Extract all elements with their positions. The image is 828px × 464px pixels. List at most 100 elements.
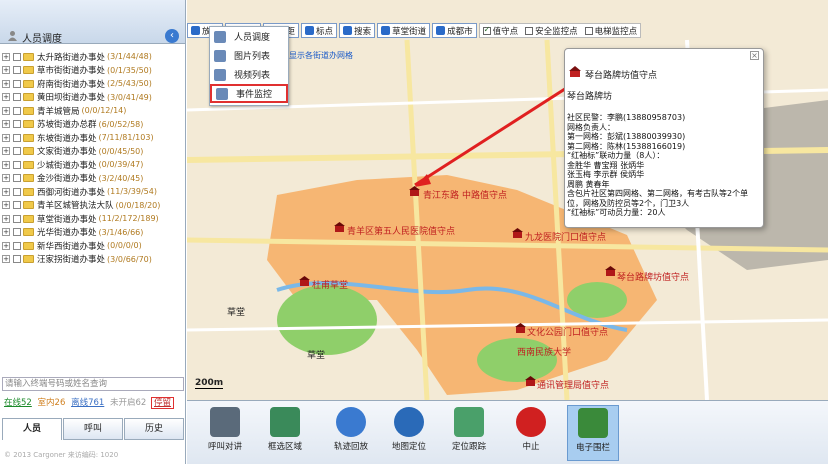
street-select[interactable]: 草堂街道 [377, 23, 431, 38]
expand-icon[interactable]: + [2, 214, 10, 223]
tree-item-count: (7/11/81/103) [98, 133, 154, 143]
expand-icon[interactable]: + [2, 147, 10, 156]
tab-personnel[interactable]: 人员 [2, 418, 62, 440]
folder-icon [23, 255, 34, 264]
tree-checkbox[interactable] [13, 214, 21, 223]
tree-checkbox[interactable] [13, 133, 21, 142]
tree-item[interactable]: + 光华街道办事处 (3/1/46/66) [0, 226, 186, 240]
tree-item-label: 文家街道办事处 [37, 147, 97, 158]
expand-icon[interactable]: + [2, 187, 10, 196]
tree-checkbox[interactable] [13, 241, 21, 250]
indoor-count[interactable]: 室内26 [38, 398, 66, 408]
tree-item[interactable]: + 苏坡街道办总群 (6/0/52/58) [0, 118, 186, 132]
tree-item[interactable]: + 草市街街道办事处 (0/1/35/50) [0, 64, 186, 78]
tree-item-label: 汪家拐街道办事处 [37, 255, 106, 266]
tree-item-label: 金沙街道办事处 [37, 174, 97, 185]
tree-item-label: 黄田坝街道办事处 [37, 93, 106, 104]
tree-item[interactable]: + 青羊区城管执法大队 (0/0/18/20) [0, 199, 186, 213]
map-canvas[interactable]: 放大 缩小 测距 标点 搜索 草堂街道 成都市 值守点 安全监控点 电梯监控点 … [187, 0, 828, 400]
offline-count-link[interactable]: 离线761 [71, 398, 104, 408]
tree-checkbox[interactable] [13, 79, 21, 88]
tree-checkbox[interactable] [13, 255, 21, 264]
tree-checkbox[interactable] [13, 187, 21, 196]
expand-icon[interactable]: + [2, 120, 10, 129]
tab-history[interactable]: 历史 [124, 418, 184, 440]
tree-checkbox[interactable] [13, 106, 21, 115]
popup-title: 琴台路牌坊值守点 [585, 71, 658, 81]
org-tree: + 太升路街道办事处 (3/1/44/48) + 草市街街道办事处 (0/1/35/50)… [0, 50, 186, 266]
tree-item[interactable]: + 东坡街道办事处 (7/11/81/103) [0, 131, 186, 145]
online-count-link[interactable]: 在线52 [4, 398, 32, 408]
menu-item-pictures[interactable]: 图片列表 [210, 46, 288, 65]
duty-point-marker[interactable] [334, 222, 345, 232]
tree-item-count: (3/2/40/45) [98, 173, 144, 183]
menu-item-events[interactable]: 事件监控 [210, 84, 288, 103]
tree-checkbox[interactable] [13, 66, 21, 75]
panel-tabs: 人员 呼叫 历史 [2, 418, 184, 440]
stop-button[interactable]: 中止 [505, 405, 557, 461]
box-select-button[interactable]: 框选区域 [259, 405, 311, 461]
map-locate-button[interactable]: 地图定位 [383, 405, 435, 461]
search-button[interactable]: 搜索 [339, 23, 376, 38]
tree-item[interactable]: + 西御河街道办事处 (11/3/39/54) [0, 185, 186, 199]
expand-icon[interactable]: + [2, 52, 10, 61]
tree-item[interactable]: + 太升路街道办事处 (3/1/44/48) [0, 50, 186, 64]
expand-icon[interactable]: + [2, 201, 10, 210]
tree-item[interactable]: + 汪家拐街道办事处 (3/0/66/70) [0, 253, 186, 267]
tree-item[interactable]: + 文家街道办事处 (0/0/45/50) [0, 145, 186, 159]
duty-point-marker[interactable] [299, 276, 310, 286]
show-grid-link[interactable]: 显示各街道办网格 [289, 50, 353, 61]
duty-point-marker[interactable] [515, 323, 526, 333]
city-select[interactable]: 成都市 [432, 23, 477, 38]
track-playback-button[interactable]: 轨迹回放 [325, 405, 377, 461]
elevator-point-checkbox[interactable] [584, 26, 593, 35]
duty-point-marker[interactable] [525, 376, 536, 386]
tree-item[interactable]: + 黄田坝街道办事处 (3/0/41/49) [0, 91, 186, 105]
tree-checkbox[interactable] [13, 120, 21, 129]
track-follow-button[interactable]: 定位跟踪 [443, 405, 495, 461]
tree-item[interactable]: + 府南街街道办事处 (2/5/43/50) [0, 77, 186, 91]
duty-point-marker[interactable] [409, 186, 420, 196]
stay-link[interactable]: 停留 [151, 397, 175, 409]
tree-checkbox[interactable] [13, 93, 21, 102]
tree-checkbox[interactable] [13, 201, 21, 210]
tree-checkbox[interactable] [13, 160, 21, 169]
tree-item[interactable]: + 金沙街道办事处 (3/2/40/45) [0, 172, 186, 186]
expand-icon[interactable]: + [2, 93, 10, 102]
not-on-count[interactable]: 未开启62 [110, 398, 146, 408]
menu-item-personnel[interactable]: 人员调度 [210, 27, 288, 46]
tree-item[interactable]: + 青羊城管局 (0/0/12/14) [0, 104, 186, 118]
duty-point-checkbox[interactable] [482, 25, 491, 35]
menu-item-videos[interactable]: 视频列表 [210, 65, 288, 84]
expand-icon[interactable]: + [2, 174, 10, 183]
expand-icon[interactable]: + [2, 160, 10, 169]
search-input[interactable]: 请输入终端号码或姓名查询 [2, 377, 184, 391]
tree-checkbox[interactable] [13, 174, 21, 183]
geofence-button[interactable]: 电子围栏 [567, 405, 619, 461]
tab-call[interactable]: 呼叫 [63, 418, 123, 440]
pin-icon [305, 26, 315, 35]
expand-icon[interactable]: + [2, 241, 10, 250]
expand-icon[interactable]: + [2, 79, 10, 88]
popup-subtitle: 琴台路牌坊 [567, 92, 613, 102]
duty-point-marker[interactable] [605, 266, 616, 276]
tree-item[interactable]: + 新华西街道办事处 (0/0/0/0) [0, 239, 186, 253]
collapse-panel-button[interactable]: ‹ [165, 29, 179, 43]
tree-item-count: (3/0/66/70) [107, 254, 152, 264]
tree-item[interactable]: + 草堂街道办事处 (11/2/172/189) [0, 212, 186, 226]
expand-icon[interactable]: + [2, 133, 10, 142]
mark-button[interactable]: 标点 [301, 23, 338, 38]
close-icon[interactable]: × [750, 51, 759, 60]
tree-item[interactable]: + 少城街道办事处 (0/0/39/47) [0, 158, 186, 172]
intercom-button[interactable]: 呼叫对讲 [199, 405, 251, 461]
expand-icon[interactable]: + [2, 255, 10, 264]
duty-point-marker[interactable] [512, 228, 523, 238]
popup-line: 第二网格：陈林(15388166019) [567, 141, 686, 151]
tree-checkbox[interactable] [13, 228, 21, 237]
expand-icon[interactable]: + [2, 66, 10, 75]
tree-checkbox[interactable] [13, 147, 21, 156]
safety-point-checkbox[interactable] [525, 26, 534, 35]
expand-icon[interactable]: + [2, 228, 10, 237]
expand-icon[interactable]: + [2, 106, 10, 115]
tree-checkbox[interactable] [13, 52, 21, 61]
